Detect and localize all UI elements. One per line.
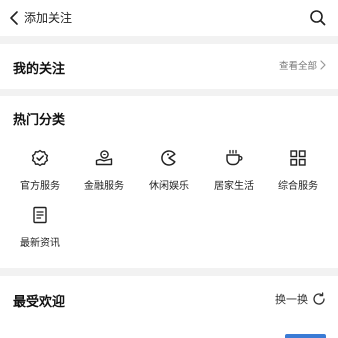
category-label: 居家生活 <box>214 181 254 192</box>
hot-categories-title: 热门分类 <box>13 113 66 128</box>
search-icon <box>308 10 328 32</box>
category-official-service[interactable]: 官方服务 <box>10 148 70 192</box>
chevron-left-icon <box>8 8 20 28</box>
finance-hand-icon <box>94 148 114 168</box>
document-icon <box>30 205 50 225</box>
refresh-button[interactable]: 换一换 <box>275 291 326 307</box>
header-bar: 添加关注 <box>0 0 338 36</box>
search-button[interactable] <box>308 8 328 28</box>
category-label: 金融服务 <box>84 181 124 192</box>
back-button[interactable]: 添加关注 <box>8 8 72 28</box>
category-general-service[interactable]: 综合服务 <box>268 148 328 192</box>
chevron-right-icon <box>317 60 326 70</box>
category-label: 官方服务 <box>20 181 60 192</box>
most-popular-title: 最受欢迎 <box>13 295 66 310</box>
category-label: 休闲娱乐 <box>149 181 189 192</box>
category-finance-service[interactable]: 金融服务 <box>74 148 134 192</box>
refresh-label: 换一换 <box>275 293 308 306</box>
category-label: 综合服务 <box>278 181 318 192</box>
follow-button[interactable] <box>285 334 326 338</box>
verified-badge-icon <box>30 148 50 168</box>
category-label: 最新资讯 <box>20 238 60 249</box>
pacman-icon <box>159 148 179 168</box>
most-popular-section: 最受欢迎 换一换 …… <box>0 276 338 338</box>
category-home-life[interactable]: 居家生活 <box>204 148 264 192</box>
hot-categories-section: 热门分类 官方服务 金融服务 休闲娱乐 居家生活 综合服务 最新资讯 <box>0 96 338 268</box>
my-follow-section: 我的关注 查看全部 <box>0 44 338 89</box>
category-latest-news[interactable]: 最新资讯 <box>10 205 70 249</box>
screen: 添加关注 我的关注 查看全部 热门分类 官方服务 金融服务 休闲娱乐 居家生活 … <box>0 0 338 338</box>
view-all-label: 查看全部 <box>278 61 317 72</box>
cup-icon <box>224 148 244 168</box>
page-title: 添加关注 <box>24 11 73 25</box>
my-follow-title: 我的关注 <box>13 62 66 77</box>
view-all-link[interactable]: 查看全部 <box>279 58 326 72</box>
grid-icon <box>288 148 308 168</box>
category-leisure[interactable]: 休闲娱乐 <box>139 148 199 192</box>
refresh-icon <box>308 292 326 306</box>
